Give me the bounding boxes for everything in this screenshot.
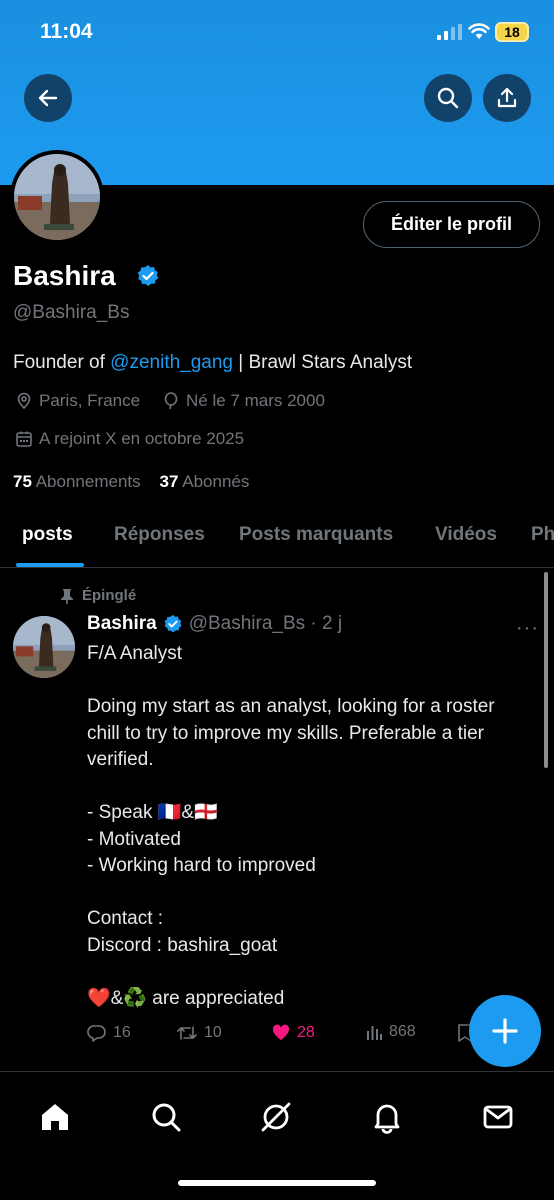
post-text: F/A Analyst Doing my start as an analyst… [87,643,495,1009]
location-pin-icon [17,392,31,410]
plus-icon [492,1018,518,1044]
reply-button[interactable]: 16 [87,1023,131,1043]
tab-photos[interactable]: Ph [531,524,554,546]
tab-videos[interactable]: Vidéos [435,524,497,546]
pinned-indicator: Épinglé [60,587,136,604]
bio-text: | Brawl Stars Analyst [233,352,413,373]
location-text: Paris, France [39,391,141,410]
post-actions: 16 10 28 868 [87,1023,487,1049]
post-author-name[interactable]: Bashira [87,613,157,635]
active-tab-indicator [16,563,84,567]
reply-icon [87,1025,106,1042]
avatar-image [13,616,75,678]
avatar-image [14,154,100,240]
back-button[interactable] [24,74,72,122]
compose-post-button[interactable] [469,995,541,1067]
views-count: 868 [389,1023,416,1040]
mail-icon[interactable] [481,1100,515,1134]
repost-icon [177,1026,197,1040]
bio-mention-link[interactable]: @zenith_gang [110,352,233,373]
profile-avatar[interactable] [10,150,104,244]
views-chart-icon [367,1026,382,1040]
status-time: 11:04 [40,20,93,43]
like-count: 28 [297,1024,315,1041]
post-handle-time: @Bashira_Bs · 2 j [188,613,343,634]
views-button[interactable]: 868 [365,1023,416,1041]
following-label: Abonnements [35,472,141,491]
birthday-text: Né le 7 mars 2000 [186,391,325,410]
reply-count: 16 [113,1024,131,1041]
verified-badge-icon[interactable] [136,264,160,288]
edit-profile-button[interactable]: Éditer le profil [363,201,540,248]
following-count: 75 [13,472,32,491]
grok-icon[interactable] [259,1100,293,1134]
profile-name: Bashira [13,260,116,291]
like-button[interactable]: 28 [271,1023,315,1043]
profile-bio: Founder of @zenith_gang | Brawl Stars An… [13,352,412,374]
profile-handle: @Bashira_Bs [13,302,130,323]
bell-icon[interactable] [370,1100,404,1134]
tab-posts[interactable]: posts [22,524,73,546]
share-button[interactable] [483,74,531,122]
bio-text: Founder of [13,352,111,373]
profile-joined: A rejoint X en octobre 2025 [15,429,244,449]
pinned-label: Épinglé [82,587,137,604]
followers-label: Abonnés [182,472,250,491]
repost-button[interactable]: 10 [176,1023,222,1043]
followers-count: 37 [159,472,179,491]
home-icon[interactable] [38,1100,72,1134]
profile-birthday: Né le 7 mars 2000 [162,391,325,411]
repost-count: 10 [204,1024,222,1041]
search-button[interactable] [424,74,472,122]
share-icon [497,87,517,108]
verified-badge-icon [164,614,182,633]
profile-location: Paris, France [15,391,140,411]
following-link[interactable]: 75 Abonnements [13,472,141,491]
post-author-avatar[interactable] [13,616,75,678]
back-arrow-icon [38,89,58,107]
wifi-icon [468,23,490,39]
home-indicator [178,1180,376,1186]
post-more-button[interactable]: ··· [516,617,539,640]
profile-tabs: posts Réponses Posts marquants Vidéos Ph [0,510,554,568]
search-icon[interactable] [149,1100,183,1134]
joined-text: A rejoint X en octobre 2025 [39,429,245,448]
post-header: Bashira @Bashira_Bs · 2 j [87,613,342,635]
cellular-signal-icon [437,24,462,40]
heart-icon [272,1024,290,1040]
scrollbar[interactable] [544,572,548,768]
follow-stats: 75 Abonnements 37 Abonnés [13,472,249,492]
status-bar: 11:04 18 [0,0,554,66]
tab-replies[interactable]: Réponses [114,524,205,546]
search-icon [437,87,459,109]
pin-icon [61,588,73,604]
calendar-icon [16,431,32,447]
tab-highlights[interactable]: Posts marquants [239,524,393,546]
balloon-icon [164,392,178,410]
battery-indicator: 18 [495,22,529,42]
followers-link[interactable]: 37 Abonnés [160,472,250,491]
